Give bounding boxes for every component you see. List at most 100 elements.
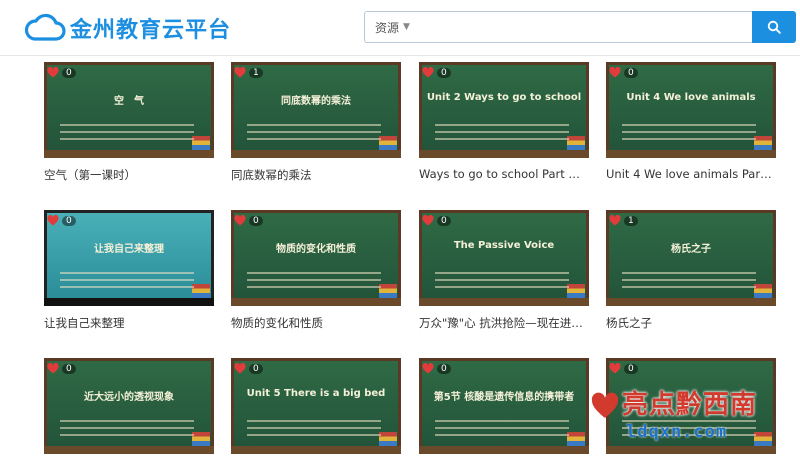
search-button[interactable] — [752, 11, 796, 43]
books-icon — [754, 136, 772, 150]
course-thumbnail[interactable]: 第5节 核酸是遗传信息的携带者 0 — [419, 358, 589, 454]
course-card[interactable]: 杨氏之子 1 杨氏之子 — [606, 210, 776, 331]
board-ledge — [606, 298, 776, 306]
course-title[interactable]: 空气（第一课时） — [44, 167, 212, 183]
thumbnail-title: 第5节 核酸是遗传信息的携带者 — [433, 392, 575, 403]
course-card[interactable]: 空 气 0 空气（第一课时） — [44, 62, 214, 183]
course-card[interactable]: 物质的变化和性质 0 物质的变化和性质 — [231, 210, 401, 331]
watermark-heart-icon — [591, 392, 619, 418]
like-count: 0 — [624, 363, 638, 374]
thumbnail-title: 空 气 — [114, 96, 144, 107]
like-count: 0 — [437, 363, 451, 374]
heart-icon — [422, 215, 434, 226]
search-input[interactable] — [417, 13, 752, 41]
board-ledge — [231, 150, 401, 158]
board-lines — [60, 272, 194, 290]
thumbnail-title: 物质的变化和性质 — [276, 244, 356, 255]
course-thumbnail[interactable]: Unit 2 Ways to go to school 0 — [419, 62, 589, 158]
board-ledge — [231, 446, 401, 454]
thumbnail-title: 同底数幂的乘法 — [281, 96, 351, 107]
course-card[interactable]: Unit 2 Ways to go to school 0 Ways to go t… — [419, 62, 589, 181]
course-card[interactable]: Unit 4 We love animals 0 Unit 4 We love an… — [606, 62, 776, 181]
books-icon — [192, 284, 210, 298]
like-badge[interactable]: 0 — [234, 363, 263, 374]
board-lines — [435, 272, 569, 290]
course-card[interactable]: 近大远小的透视现象 0 — [44, 358, 214, 456]
board-lines — [247, 420, 381, 438]
like-count: 0 — [437, 67, 451, 78]
board-lines — [435, 420, 569, 438]
course-thumbnail[interactable]: Unit 5 There is a big bed 0 — [231, 358, 401, 454]
course-title[interactable]: 万众"豫"心 抗洪抢险—现在进行时主动语态变被动语态 — [419, 315, 587, 331]
thumbnail-title: 让我自己来整理 — [94, 244, 164, 255]
course-thumbnail[interactable]: 近大远小的透视现象 0 — [44, 358, 214, 454]
course-title[interactable]: 杨氏之子 — [606, 315, 774, 331]
books-icon — [754, 284, 772, 298]
course-thumbnail[interactable]: The Passive Voice 0 — [419, 210, 589, 306]
course-card[interactable]: 第5节 核酸是遗传信息的携带者 0 — [419, 358, 589, 456]
thumbnail-title: Unit 5 There is a big bed — [246, 388, 386, 399]
books-icon — [379, 284, 397, 298]
course-thumbnail[interactable]: 空 气 0 — [44, 62, 214, 158]
watermark-url: ldqxn.com — [626, 422, 728, 442]
cloud-icon — [24, 13, 66, 41]
thumbnail-title: Unit 4 We love animals — [626, 92, 756, 103]
site-logo[interactable]: 金州教育云平台 — [24, 10, 231, 46]
board-ledge — [606, 150, 776, 158]
course-title[interactable]: Unit 4 We love animals Part C Story time — [606, 167, 774, 181]
course-title[interactable]: 让我自己来整理 — [44, 315, 212, 331]
heart-icon — [422, 67, 434, 78]
heart-icon — [47, 67, 59, 78]
books-icon — [567, 432, 585, 446]
course-card[interactable]: Unit 5 There is a big bed 0 — [231, 358, 401, 456]
like-badge[interactable]: 1 — [234, 67, 263, 78]
course-thumbnail[interactable]: 同底数幂的乘法 1 — [231, 62, 401, 158]
like-badge[interactable]: 0 — [609, 363, 638, 374]
board-ledge — [419, 150, 589, 158]
heart-icon — [234, 363, 246, 374]
heart-icon — [234, 67, 246, 78]
thumbnail-title: 近大远小的透视现象 — [84, 392, 174, 403]
like-count: 0 — [62, 363, 76, 374]
course-card[interactable]: 同底数幂的乘法 1 同底数幂的乘法 — [231, 62, 401, 183]
like-count: 1 — [249, 67, 263, 78]
like-badge[interactable]: 0 — [422, 67, 451, 78]
course-thumbnail[interactable]: 杨氏之子 1 — [606, 210, 776, 306]
books-icon — [379, 432, 397, 446]
course-card[interactable]: 让我自己来整理 0 让我自己来整理 — [44, 210, 214, 331]
search-category-select[interactable]: 资源 ▼ — [365, 19, 410, 36]
board-lines — [247, 124, 381, 142]
course-thumbnail[interactable]: 让我自己来整理 0 — [44, 210, 214, 306]
like-count: 0 — [249, 215, 263, 226]
heart-icon — [609, 363, 621, 374]
like-count: 0 — [437, 215, 451, 226]
course-title[interactable]: 同底数幂的乘法 — [231, 167, 399, 183]
course-card[interactable]: The Passive Voice 0 万众"豫"心 抗洪抢险—现在进行时主动语态变… — [419, 210, 589, 331]
like-badge[interactable]: 0 — [609, 67, 638, 78]
like-badge[interactable]: 0 — [47, 67, 76, 78]
thumbnail-title: Unit 2 Ways to go to school — [426, 92, 582, 103]
thumbnail-title: The Passive Voice — [453, 240, 555, 251]
like-badge[interactable]: 0 — [422, 215, 451, 226]
like-badge[interactable]: 0 — [422, 363, 451, 374]
course-thumbnail[interactable]: 物质的变化和性质 0 — [231, 210, 401, 306]
watermark-logo: 亮点黔西南 ldqxn.com — [586, 384, 796, 450]
like-badge[interactable]: 0 — [47, 363, 76, 374]
board-lines — [622, 124, 756, 142]
books-icon — [379, 136, 397, 150]
course-thumbnail[interactable]: Unit 4 We love animals 0 — [606, 62, 776, 158]
heart-icon — [609, 67, 621, 78]
search-bar: 资源 ▼ — [364, 11, 752, 43]
board-ledge — [419, 446, 589, 454]
board-ledge — [44, 150, 214, 158]
board-lines — [435, 124, 569, 142]
course-title[interactable]: 物质的变化和性质 — [231, 315, 399, 331]
like-badge[interactable]: 0 — [47, 215, 76, 226]
search-icon — [767, 20, 781, 34]
course-title[interactable]: Ways to go to school Part B Let's learn … — [419, 167, 587, 181]
thumbnail-title: 杨氏之子 — [671, 244, 711, 255]
like-badge[interactable]: 0 — [234, 215, 263, 226]
watermark-text: 亮点黔西南 — [622, 390, 758, 420]
like-badge[interactable]: 1 — [609, 215, 638, 226]
app-title: 金州教育云平台 — [70, 18, 232, 43]
